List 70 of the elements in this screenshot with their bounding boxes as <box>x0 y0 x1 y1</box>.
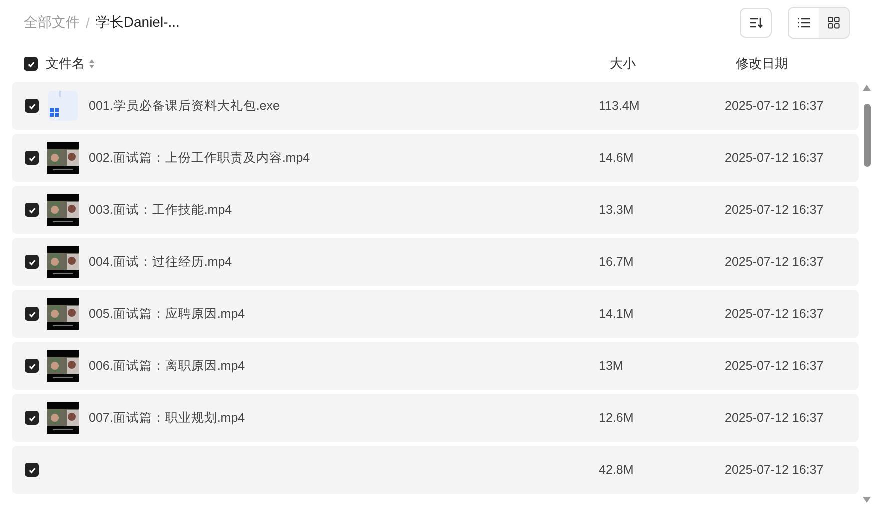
check-icon <box>28 154 36 162</box>
check-icon <box>26 60 36 68</box>
file-row[interactable]: 003.面试：工作技能.mp4 13.3M 2025-07-12 16:37 <box>12 186 859 234</box>
modified-date: 2025-07-12 16:37 <box>725 203 824 217</box>
file-size: 16.7M <box>599 255 634 269</box>
check-icon <box>28 466 36 474</box>
video-thumbnail <box>47 402 79 434</box>
scrollbar-thumb[interactable] <box>864 104 871 167</box>
file-row[interactable]: 007.面试篇：职业规划.mp4 12.6M 2025-07-12 16:37 <box>12 394 859 442</box>
breadcrumb-separator: / <box>86 15 90 31</box>
scroll-down-icon[interactable] <box>862 496 872 504</box>
video-thumbnail <box>47 194 79 226</box>
file-row[interactable]: 001.学员必备课后资料大礼包.exe 113.4M 2025-07-12 16:37 <box>12 82 859 130</box>
checkbox[interactable] <box>25 463 39 477</box>
video-thumbnail <box>47 142 79 174</box>
file-row[interactable]: 006.面试篇：离职原因.mp4 13M 2025-07-12 16:37 <box>12 342 859 390</box>
file-size: 14.6M <box>599 151 634 165</box>
file-row[interactable]: 004.面试：过往经历.mp4 16.7M 2025-07-12 16:37 <box>12 238 859 286</box>
file-name: 001.学员必备课后资料大礼包.exe <box>89 98 280 112</box>
file-row[interactable]: 42.8M 2025-07-12 16:37 <box>12 446 859 494</box>
sort-icon <box>749 17 763 29</box>
file-name: 004.面试：过往经历.mp4 <box>89 254 232 268</box>
file-row[interactable]: 005.面试篇：应聘原因.mp4 14.1M 2025-07-12 16:37 <box>12 290 859 338</box>
file-row[interactable]: 002.面试篇：上份工作职责及内容.mp4 14.6M 2025-07-12 16:37 <box>12 134 859 182</box>
file-size: 13M <box>599 359 624 373</box>
file-name: 005.面试篇：应聘原因.mp4 <box>89 306 246 320</box>
list-icon <box>798 18 810 28</box>
modified-date: 2025-07-12 16:37 <box>725 99 824 113</box>
checkbox[interactable] <box>25 203 39 217</box>
checkbox[interactable] <box>25 359 39 373</box>
check-icon <box>28 102 36 110</box>
file-size: 13.3M <box>599 203 634 217</box>
check-icon <box>28 258 36 266</box>
check-icon <box>28 362 36 370</box>
grid-view-button[interactable] <box>819 8 849 38</box>
file-size: 42.8M <box>599 463 634 477</box>
sort-arrows-icon[interactable] <box>89 59 95 69</box>
checkbox[interactable] <box>25 255 39 269</box>
app-file-icon <box>47 90 79 122</box>
column-header[interactable]: 文件名 <box>46 55 85 73</box>
video-thumbnail <box>47 350 79 382</box>
modified-date: 2025-07-12 16:37 <box>725 463 824 477</box>
modified-date: 2025-07-12 16:37 <box>725 255 824 269</box>
check-icon <box>28 414 36 422</box>
file-size: 14.1M <box>599 307 634 321</box>
column-header[interactable]: 修改日期 <box>736 55 788 73</box>
file-name: 007.面试篇：职业规划.mp4 <box>89 410 246 424</box>
modified-date: 2025-07-12 16:37 <box>725 151 824 165</box>
file-name: 002.面试篇：上份工作职责及内容.mp4 <box>89 150 310 164</box>
checkbox[interactable] <box>24 57 38 71</box>
video-thumbnail <box>47 246 79 278</box>
grid-icon <box>828 17 840 29</box>
checkbox[interactable] <box>25 151 39 165</box>
file-size: 113.4M <box>599 99 640 113</box>
checkbox[interactable] <box>25 99 39 113</box>
video-thumbnail <box>47 298 79 330</box>
breadcrumb-item[interactable]: 学长Daniel-... <box>96 14 180 32</box>
sort-button[interactable] <box>740 8 772 38</box>
file-name: 003.面试：工作技能.mp4 <box>89 202 232 216</box>
modified-date: 2025-07-12 16:37 <box>725 359 824 373</box>
check-icon <box>28 206 36 214</box>
checkbox[interactable] <box>25 307 39 321</box>
modified-date: 2025-07-12 16:37 <box>725 307 824 321</box>
scroll-up-icon[interactable] <box>862 84 872 92</box>
file-name: 006.面试篇：离职原因.mp4 <box>89 358 246 372</box>
checkbox[interactable] <box>25 411 39 425</box>
column-header[interactable]: 大小 <box>610 55 736 73</box>
modified-date: 2025-07-12 16:37 <box>725 411 824 425</box>
file-size: 12.6M <box>599 411 634 425</box>
check-icon <box>28 310 36 318</box>
